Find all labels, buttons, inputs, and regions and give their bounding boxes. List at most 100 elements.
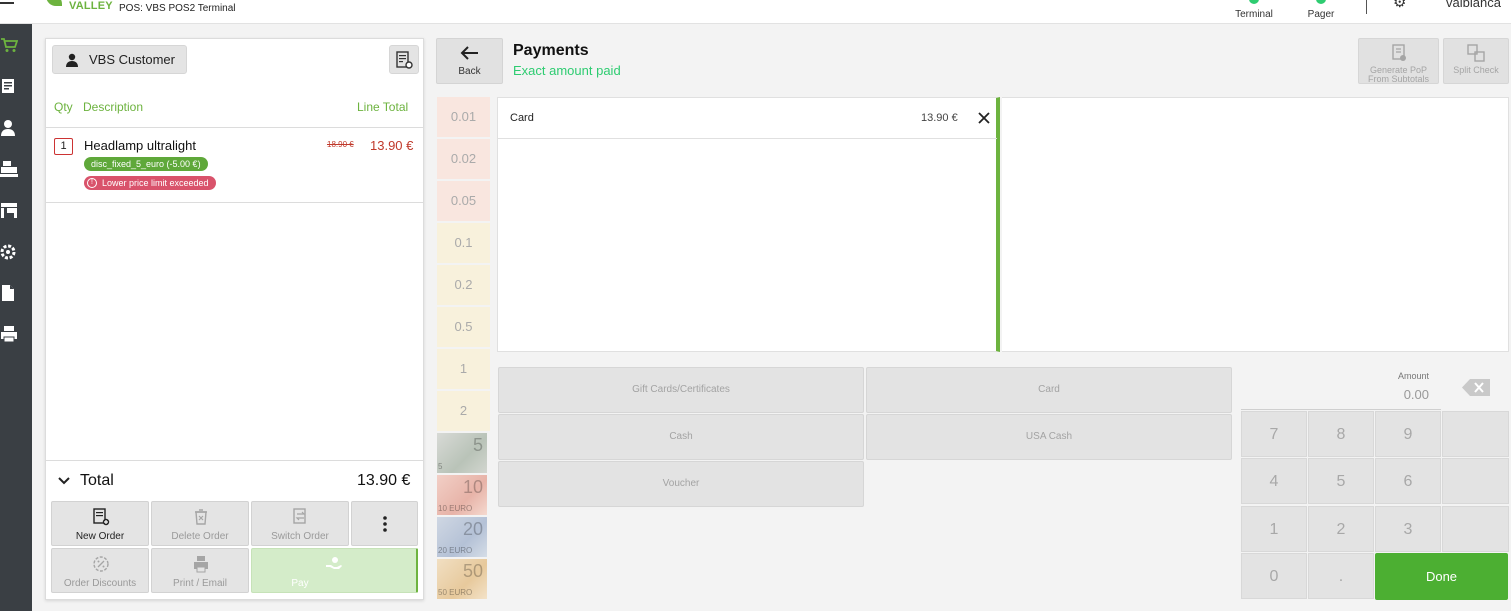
new-order-button[interactable]: New Order [51, 501, 149, 546]
payment-entry-row[interactable]: Card 13.90 € [498, 98, 997, 139]
chevron-down-icon[interactable] [58, 475, 70, 487]
keypad-decimal[interactable]: . [1308, 553, 1374, 599]
delete-order-button[interactable]: Delete Order [151, 501, 249, 546]
generate-pop-button[interactable]: Generate PoP From Subtotals [1358, 38, 1439, 84]
pager-label: Pager [1307, 9, 1335, 20]
banknote-50[interactable]: 50 50 EURO [437, 559, 487, 599]
order-discounts-button[interactable]: Order Discounts [51, 548, 149, 593]
cash-register-icon[interactable] [0, 160, 18, 178]
item-original-price: 18.90 € [327, 140, 354, 149]
banknote-50-small: 50 EURO [438, 588, 473, 597]
denom-1[interactable]: 1 [437, 349, 490, 389]
cash-tender-button[interactable]: Cash [498, 414, 864, 460]
new-order-label: New Order [75, 531, 125, 542]
header-divider [46, 127, 423, 128]
cart-icon[interactable] [0, 36, 18, 54]
switch-order-label: Switch Order [271, 531, 329, 542]
receipt-settings-icon [396, 50, 413, 69]
banknote-20[interactable]: 20 20 EURO [437, 517, 487, 557]
item-price: 13.90 € [370, 138, 414, 153]
back-button[interactable]: Back [436, 38, 503, 84]
keypad-1[interactable]: 1 [1241, 506, 1307, 552]
user-name[interactable]: valbianca [1446, 0, 1501, 10]
amount-value: 0.00 [1403, 387, 1429, 402]
banknote-50-value: 50 [462, 561, 483, 581]
keypad-6[interactable]: 6 [1375, 458, 1441, 504]
card-tender-button[interactable]: Card [866, 367, 1232, 413]
generate-pop-icon [1392, 44, 1406, 61]
keypad-blank-3[interactable] [1442, 506, 1509, 552]
banknote-10-value: 10 [462, 477, 483, 497]
denom-0-1[interactable]: 0.1 [437, 223, 490, 263]
store-icon[interactable] [0, 201, 18, 219]
payment-detail-area [1002, 97, 1509, 352]
left-nav-rail [0, 24, 32, 611]
denom-0-5[interactable]: 0.5 [437, 307, 490, 347]
pay-button[interactable]: Pay [251, 548, 418, 593]
gift-cards-button[interactable]: Gift Cards/Certificates [498, 367, 864, 413]
banknote-10[interactable]: 10 10 EURO [437, 475, 487, 515]
pay-label: Pay [291, 578, 309, 589]
new-order-icon [93, 508, 110, 526]
voucher-button[interactable]: Voucher [498, 461, 864, 507]
customer-button[interactable]: VBS Customer [52, 45, 187, 74]
keypad-2[interactable]: 2 [1308, 506, 1374, 552]
person-icon [66, 53, 78, 67]
keypad-0[interactable]: 0 [1241, 553, 1307, 599]
pay-hand-icon [326, 557, 342, 569]
back-label: Back [458, 66, 481, 77]
item-name[interactable]: Headlamp ultralight [84, 138, 196, 153]
banknote-20-small: 20 EURO [438, 546, 473, 555]
terminal-status-icon [1249, 0, 1259, 4]
keypad-7[interactable]: 7 [1241, 411, 1307, 457]
payment-status: Exact amount paid [513, 63, 621, 78]
print-email-button[interactable]: Print / Email [151, 548, 249, 593]
switch-order-icon [293, 508, 306, 524]
customer-icon[interactable] [0, 119, 18, 137]
settings-icon[interactable] [0, 243, 18, 261]
item-qty-badge[interactable]: 1 [54, 138, 73, 155]
document-icon[interactable] [0, 284, 18, 302]
keypad-blank-1[interactable] [1442, 411, 1509, 457]
order-panel: VBS Customer Qty Description Line Total … [45, 38, 424, 600]
denom-2[interactable]: 2 [437, 391, 490, 431]
split-check-button[interactable]: Split Check [1443, 38, 1509, 84]
description-header: Description [83, 100, 144, 114]
pos-terminal-title: POS: VBS POS2 Terminal [119, 3, 236, 14]
price-warning-tag: ! Lower price limit exceeded [84, 176, 216, 190]
payment-entry-amount: 13.90 € [921, 112, 958, 124]
banknote-5[interactable]: 5 5 [437, 433, 487, 473]
keypad-4[interactable]: 4 [1241, 458, 1307, 504]
logo-text: VALLEY [69, 0, 113, 12]
menu-icon[interactable] [0, 0, 18, 10]
switch-order-button[interactable]: Switch Order [251, 501, 349, 546]
gear-icon[interactable]: ⚙ [1393, 0, 1411, 10]
delete-order-label: Delete Order [171, 531, 229, 542]
keypad-9[interactable]: 9 [1375, 411, 1441, 457]
keypad-5[interactable]: 5 [1308, 458, 1374, 504]
split-check-label: Split Check [1453, 65, 1499, 75]
backspace-button[interactable] [1444, 365, 1510, 410]
warning-icon: ! [87, 178, 97, 188]
usa-cash-button[interactable]: USA Cash [866, 414, 1232, 460]
receipt-settings-button[interactable] [389, 45, 419, 74]
denom-0-02[interactable]: 0.02 [437, 139, 490, 179]
denom-0-01[interactable]: 0.01 [437, 97, 490, 137]
print-icon [194, 556, 208, 573]
total-value: 13.90 € [357, 472, 411, 489]
denom-0-2[interactable]: 0.2 [437, 265, 490, 305]
denom-0-05[interactable]: 0.05 [437, 181, 490, 221]
keypad-blank-2[interactable] [1442, 458, 1509, 504]
qty-header: Qty [54, 100, 73, 114]
close-icon[interactable] [977, 111, 991, 125]
receipt-list-icon[interactable] [0, 77, 18, 95]
done-button[interactable]: Done [1375, 553, 1508, 600]
top-bar: VALLEY POS: VBS POS2 Terminal Terminal P… [0, 0, 1511, 24]
keypad-3[interactable]: 3 [1375, 506, 1441, 552]
amount-input[interactable]: Amount 0.00 [1241, 365, 1441, 410]
printer-icon[interactable] [0, 325, 18, 343]
more-vertical-icon [383, 516, 387, 532]
more-options-button[interactable] [351, 501, 418, 546]
split-check-icon [1467, 44, 1485, 62]
keypad-8[interactable]: 8 [1308, 411, 1374, 457]
